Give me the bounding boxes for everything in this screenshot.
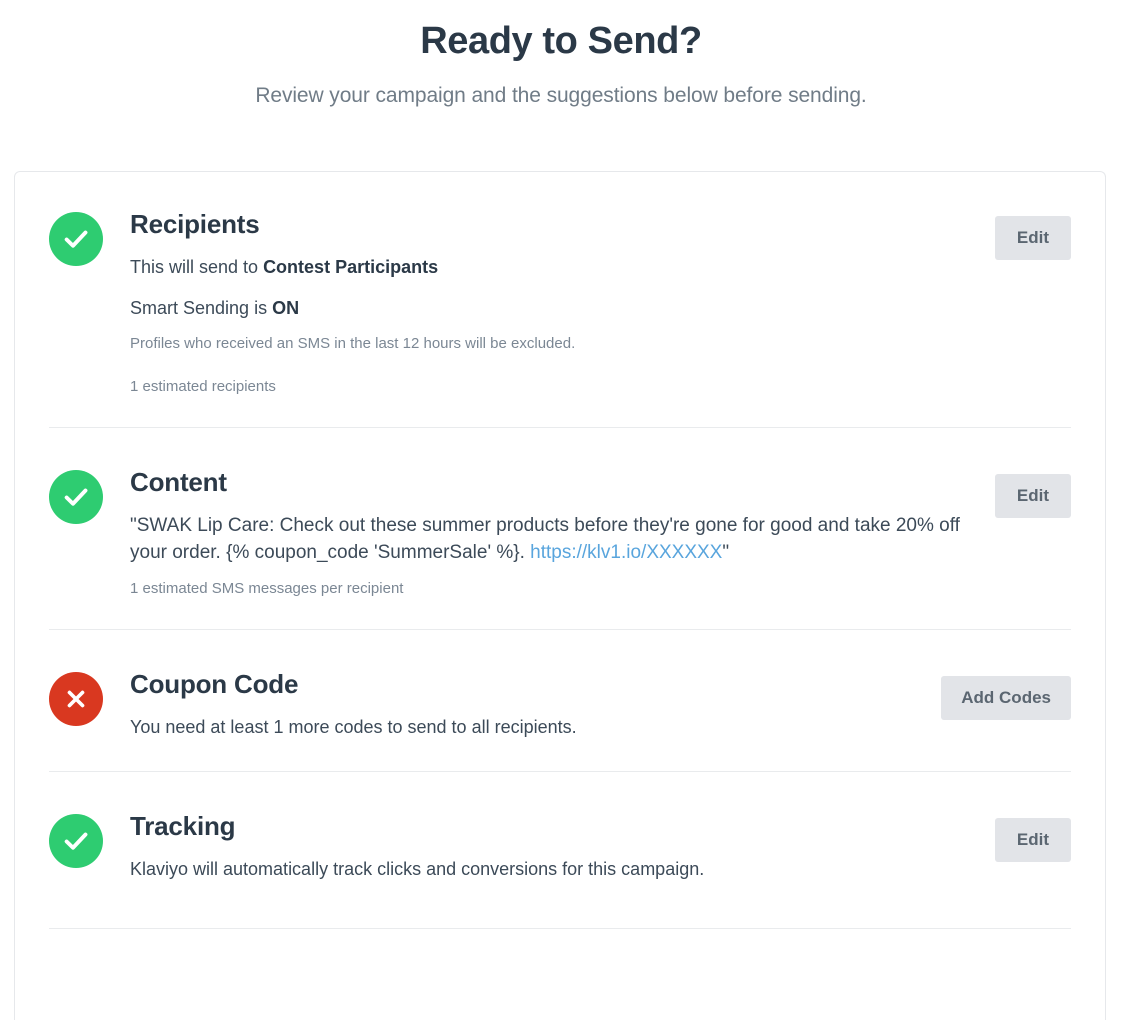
recipients-audience-name: Contest Participants <box>263 256 439 277</box>
coupon-body: Coupon Code You need at least 1 more cod… <box>103 670 941 740</box>
content-estimate: 1 estimated SMS messages per recipient <box>130 580 404 598</box>
campaign-review-page: Ready to Send? Review your campaign and … <box>0 0 1122 1020</box>
page-subtitle: Review your campaign and the suggestions… <box>255 83 867 107</box>
section-tracking: Tracking Klaviyo will automatically trac… <box>15 772 1105 928</box>
recipients-title: Recipients <box>130 209 260 239</box>
check-circle-icon <box>49 212 103 266</box>
check-circle-icon <box>49 814 103 868</box>
content-title: Content <box>130 466 227 497</box>
page-header: Ready to Send? Review your campaign and … <box>0 0 1122 108</box>
check-circle-icon <box>49 469 103 524</box>
content-edit-button[interactable]: Edit <box>994 473 1071 518</box>
recipients-audience-prefix: This will send to <box>130 256 264 277</box>
recipients-smart-sending: Smart Sending is ON <box>130 295 979 321</box>
content-body-wrap: Content "SWAK Lip Care: Check out these … <box>103 468 995 598</box>
tracking-note: Klaviyo will automatically track clicks … <box>130 858 705 879</box>
content-tracking-link[interactable]: https://klv1.io/XXXXXX <box>530 542 722 563</box>
smart-sending-prefix: Smart Sending is <box>130 297 273 318</box>
page-title: Ready to Send? <box>420 20 702 62</box>
recipients-edit-button[interactable]: Edit <box>994 216 1071 260</box>
recipients-estimate: 1 estimated recipients <box>130 377 276 395</box>
add-codes-button[interactable]: Add Codes <box>941 676 1071 721</box>
section-content: Content "SWAK Lip Care: Check out these … <box>15 428 1105 630</box>
tracking-edit-button[interactable]: Edit <box>994 818 1071 862</box>
tracking-title: Tracking <box>130 811 236 841</box>
section-coupon-code: Coupon Code You need at least 1 more cod… <box>15 630 1105 771</box>
x-circle-icon <box>49 672 103 727</box>
smart-sending-value: ON <box>272 297 300 318</box>
section-divider <box>49 927 1071 929</box>
recipients-note: Profiles who received an SMS in the last… <box>130 334 576 352</box>
content-message: "SWAK Lip Care: Check out these summer p… <box>130 513 979 567</box>
recipients-body: Recipients This will send to Contest Par… <box>103 210 995 397</box>
section-recipients: Recipients This will send to Contest Par… <box>15 172 1105 427</box>
content-message-close-quote: " <box>722 542 730 564</box>
coupon-note: You need at least 1 more codes to send t… <box>130 716 577 737</box>
recipients-audience: This will send to Contest Participants <box>130 254 979 280</box>
tracking-body: Tracking Klaviyo will automatically trac… <box>103 812 995 882</box>
coupon-title: Coupon Code <box>130 669 299 700</box>
review-checklist-card: Recipients This will send to Contest Par… <box>14 171 1106 1020</box>
